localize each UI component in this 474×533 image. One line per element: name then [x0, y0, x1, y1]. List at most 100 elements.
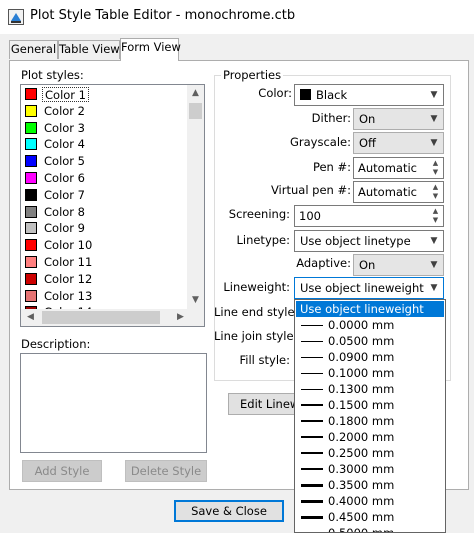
virtual-pen-spinner[interactable]: Automatic ▲ ▼: [353, 181, 444, 203]
color-swatch: [25, 104, 37, 117]
lineweight-option-label: 0.4000 mm: [328, 494, 395, 508]
fill-style-label: Fill style:: [239, 353, 290, 367]
color-combo[interactable]: Black ▼: [294, 84, 444, 106]
chevron-down-icon: ▼: [430, 236, 438, 246]
plot-style-item[interactable]: Color 5: [23, 153, 189, 170]
lineweight-option[interactable]: 0.2000 mm: [296, 429, 444, 445]
plot-style-item[interactable]: Color 9: [23, 220, 189, 237]
color-swatch: [25, 222, 37, 235]
screening-value: 100: [299, 209, 321, 223]
spin-up-icon[interactable]: ▲: [429, 159, 442, 168]
pen-number-label: Pen #:: [312, 160, 351, 174]
color-swatch: [25, 188, 37, 201]
tab-form-view[interactable]: Form View: [120, 38, 181, 61]
lineweight-option[interactable]: 0.1800 mm: [296, 413, 444, 429]
tab-table-view[interactable]: Table View: [58, 40, 120, 59]
color-swatch: [25, 172, 37, 184]
plot-style-item[interactable]: Color 2: [23, 103, 189, 120]
lineweight-option-label: 0.1300 mm: [328, 382, 395, 396]
grayscale-combo[interactable]: Off ▼: [353, 132, 444, 154]
plot-style-item[interactable]: Color 13: [23, 288, 189, 305]
plot-style-item[interactable]: Color 4: [23, 136, 189, 153]
lineweight-option-label: Use object lineweight: [300, 302, 424, 316]
color-swatch: [300, 89, 311, 100]
plot-styles-list[interactable]: Color 1 Color 2 Color 3 Color 4 Color 5 Color…: [20, 84, 205, 327]
screening-spinner[interactable]: 100 ▲ ▼: [294, 205, 444, 227]
spin-up-icon[interactable]: ▲: [429, 207, 442, 216]
lineweight-sample-line: [301, 468, 323, 470]
dither-combo[interactable]: On ▼: [353, 108, 444, 130]
chevron-down-icon: ▼: [430, 283, 438, 293]
dither-value: On: [359, 112, 376, 126]
color-swatch: [25, 205, 37, 218]
lineweight-option-label: 0.4500 mm: [328, 510, 395, 524]
lineweight-option[interactable]: 0.3500 mm: [296, 477, 444, 493]
spin-up-icon[interactable]: ▲: [429, 183, 442, 192]
delete-style-button[interactable]: Delete Style: [125, 460, 207, 482]
lineweight-sample-line: [301, 325, 323, 326]
screening-label: Screening:: [228, 207, 290, 221]
scroll-up-arrow-icon[interactable]: ▲: [187, 85, 204, 102]
linetype-combo[interactable]: Use object linetype ▼: [294, 230, 444, 252]
lineweight-dropdown-list[interactable]: Use object lineweight 0.0000 mm 0.0500 mm 0…: [294, 299, 446, 533]
lineweight-option-label: 0.1800 mm: [328, 414, 395, 428]
tab-general[interactable]: General: [9, 40, 58, 59]
color-swatch: [25, 88, 37, 100]
plot-style-item[interactable]: Color 10: [23, 237, 189, 254]
lineweight-option[interactable]: 0.2500 mm: [296, 445, 444, 461]
plot-style-item[interactable]: Color 7: [23, 187, 189, 204]
plot-style-item[interactable]: Color 3: [23, 120, 189, 137]
lineweight-sample-line: [301, 484, 323, 487]
pen-number-spinner[interactable]: Automatic ▲ ▼: [353, 157, 444, 179]
lineweight-option-label: 0.1000 mm: [328, 366, 395, 380]
lineweight-combo[interactable]: Use object lineweight ▼: [294, 277, 444, 299]
lineweight-option[interactable]: 0.0000 mm: [296, 317, 444, 333]
lineweight-option[interactable]: 0.4500 mm: [296, 509, 444, 525]
lineweight-label: Lineweight:: [223, 280, 290, 294]
scroll-left-arrow-icon[interactable]: ◀: [22, 309, 39, 326]
lineweight-value: Use object lineweight: [300, 281, 424, 295]
horizontal-scroll-thumb[interactable]: [42, 311, 160, 324]
spin-down-icon[interactable]: ▼: [429, 168, 442, 177]
spin-down-icon[interactable]: ▼: [429, 192, 442, 201]
virtual-pen-value: Automatic: [358, 185, 417, 199]
lineweight-option-label: 0.5000 mm: [328, 526, 395, 533]
plot-style-item[interactable]: Color 12: [23, 271, 189, 288]
spin-down-icon[interactable]: ▼: [429, 216, 442, 225]
lineweight-option-label: 0.2500 mm: [328, 446, 395, 460]
save-and-close-button[interactable]: Save & Close: [174, 500, 284, 522]
lineweight-option[interactable]: 0.1300 mm: [296, 381, 444, 397]
add-style-button[interactable]: Add Style: [22, 460, 102, 482]
plot-style-item[interactable]: Color 11: [23, 254, 189, 271]
chevron-down-icon: ▼: [430, 138, 438, 148]
scroll-down-arrow-icon[interactable]: ▼: [187, 292, 204, 309]
vertical-scroll-thumb[interactable]: [189, 103, 202, 119]
lineweight-option[interactable]: 0.1500 mm: [296, 397, 444, 413]
lineweight-option[interactable]: 0.3000 mm: [296, 461, 444, 477]
plot-style-label: Color 12: [44, 271, 93, 286]
pen-number-value: Automatic: [358, 161, 417, 175]
plot-style-label: Color 3: [44, 120, 85, 135]
plot-style-editor-app-icon: [8, 9, 24, 25]
plot-style-item[interactable]: Color 6: [23, 170, 189, 187]
lineweight-option[interactable]: 0.5000 mm: [296, 525, 444, 533]
lineweight-option[interactable]: 0.0500 mm: [296, 333, 444, 349]
color-swatch: [25, 272, 37, 285]
adaptive-combo[interactable]: On ▼: [353, 254, 444, 276]
lineweight-option[interactable]: 0.0900 mm: [296, 349, 444, 365]
lineweight-option[interactable]: 0.4000 mm: [296, 493, 444, 509]
virtual-pen-label: Virtual pen #:: [270, 183, 351, 197]
lineweight-option-label: 0.0500 mm: [328, 334, 395, 348]
plot-style-item[interactable]: Color 8: [23, 204, 189, 221]
lineweight-sample-line: [301, 389, 323, 390]
line-join-style-label: Line join style:: [214, 329, 298, 343]
scroll-right-arrow-icon[interactable]: ▶: [172, 309, 189, 326]
plot-style-item[interactable]: Color 1: [23, 86, 189, 103]
grayscale-label: Grayscale:: [290, 135, 351, 149]
linetype-value: Use object linetype: [300, 234, 411, 248]
description-textarea[interactable]: [20, 353, 207, 453]
lineweight-option-label: 0.3000 mm: [328, 462, 395, 476]
lineweight-option[interactable]: 0.1000 mm: [296, 365, 444, 381]
plot-style-label: Color 6: [44, 171, 85, 185]
lineweight-option[interactable]: Use object lineweight: [296, 301, 444, 317]
